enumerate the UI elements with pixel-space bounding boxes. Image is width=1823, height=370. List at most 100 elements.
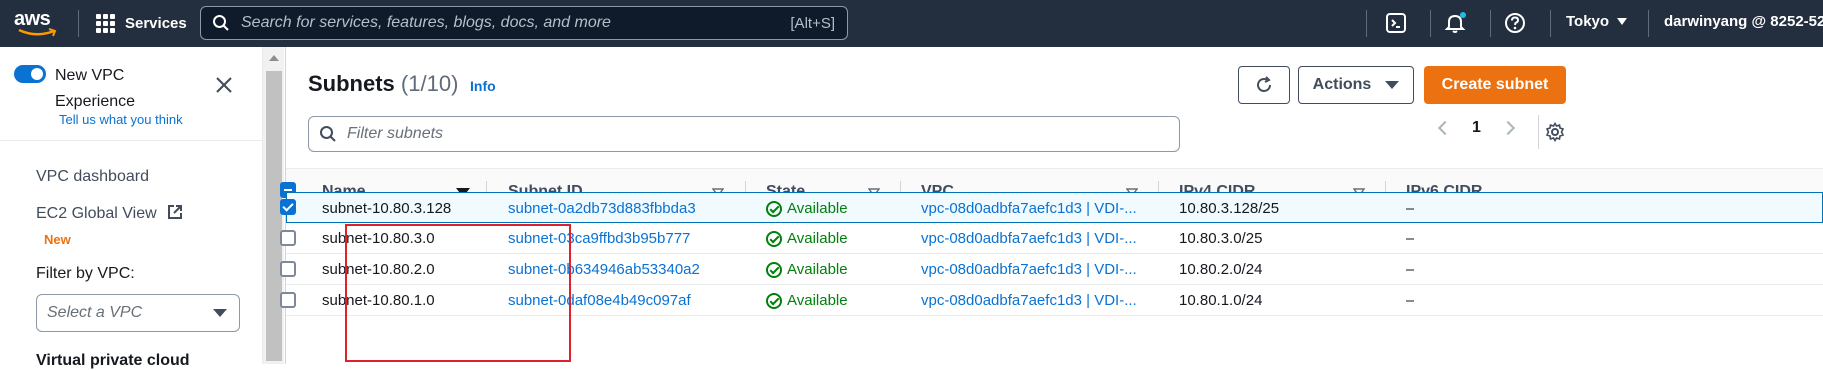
status-text: Available: [787, 200, 848, 217]
sidebar-item-ec2-global-view[interactable]: EC2 Global View: [36, 204, 183, 223]
pagination: 1: [1437, 119, 1515, 137]
cell-name: subnet-10.80.3.0: [322, 230, 435, 247]
services-label: Services: [125, 14, 187, 32]
row-checkbox[interactable]: [280, 292, 296, 308]
cell-state: Available: [766, 254, 848, 285]
refresh-button[interactable]: [1238, 66, 1290, 104]
cell-vpc-link[interactable]: vpc-08d0adbfa7aefc1d3 | VDI-...: [921, 254, 1137, 285]
sidebar-section-heading: Virtual private cloud: [36, 352, 190, 369]
top-navigation: aws Services Search for services, featur…: [0, 0, 1823, 47]
services-menu[interactable]: Services: [96, 12, 187, 34]
cell-name: subnet-10.80.3.128: [322, 200, 452, 217]
cell-ipv6-cidr: –: [1406, 292, 1415, 309]
cell-ipv6-cidr: –: [1406, 230, 1415, 247]
page-title: Subnets (1/10): [308, 71, 458, 97]
cell-state: Available: [766, 193, 848, 224]
actions-label: Actions: [1312, 76, 1372, 93]
sidebar-divider: [0, 140, 262, 141]
status-available-icon: [766, 261, 782, 278]
main-content: Subnets (1/10) Info Actions Create subne…: [280, 47, 1823, 364]
cell-ipv6-cidr: –: [1406, 261, 1415, 278]
create-subnet-button[interactable]: Create subnet: [1424, 66, 1566, 104]
cell-vpc-link[interactable]: vpc-08d0adbfa7aefc1d3 | VDI-...: [921, 285, 1137, 316]
scrollbar-thumb[interactable]: [266, 71, 282, 361]
nav-divider: [1430, 10, 1431, 37]
new-badge: New: [44, 232, 71, 247]
feedback-link[interactable]: Tell us what you think: [59, 112, 183, 127]
filter-by-vpc-label: Filter by VPC:: [36, 265, 135, 282]
cell-subnet-id-link[interactable]: subnet-0a2db73d883fbbda3: [508, 193, 696, 224]
region-selector[interactable]: Tokyo: [1566, 13, 1628, 30]
cell-state: Available: [766, 285, 848, 316]
search-placeholder: Search for services, features, blogs, do…: [241, 14, 611, 31]
row-checkbox[interactable]: [280, 261, 296, 277]
cell-name: subnet-10.80.1.0: [322, 292, 435, 309]
cell-ipv6-cidr: –: [1406, 200, 1415, 217]
pagination-divider: [1538, 115, 1539, 149]
title-text: Subnets: [308, 71, 395, 96]
current-page[interactable]: 1: [1472, 119, 1481, 137]
search-icon: [309, 125, 347, 143]
nav-divider: [1490, 10, 1491, 37]
cell-ipv4-cidr: 10.80.3.128/25: [1179, 200, 1280, 217]
close-icon[interactable]: [213, 74, 235, 96]
new-vpc-experience-toggle[interactable]: [14, 65, 46, 83]
refresh-icon: [1257, 76, 1271, 92]
status-text: Available: [787, 292, 848, 309]
cell-name: subnet-10.80.2.0: [322, 261, 435, 278]
cloudshell-icon[interactable]: [1384, 11, 1408, 35]
status-text: Available: [787, 230, 848, 247]
cell-vpc-link[interactable]: vpc-08d0adbfa7aefc1d3 | VDI-...: [921, 193, 1137, 224]
status-available-icon: [766, 200, 782, 217]
cell-subnet-id-link[interactable]: subnet-0daf08e4b49c097af: [508, 285, 691, 316]
row-checkbox[interactable]: [280, 199, 296, 215]
caret-down-icon: [213, 309, 227, 317]
help-icon[interactable]: [1503, 11, 1527, 35]
cell-ipv4-cidr: 10.80.3.0/25: [1179, 230, 1263, 247]
actions-button[interactable]: Actions: [1298, 66, 1414, 104]
sidebar-item-vpc-dashboard[interactable]: VPC dashboard: [36, 168, 149, 186]
row-checkbox[interactable]: [280, 230, 296, 246]
vpc-select-placeholder: Select a VPC: [47, 304, 143, 321]
selection-count: (1/10): [400, 71, 459, 96]
next-page-icon[interactable]: [1500, 120, 1515, 136]
table-row[interactable]: subnet-10.80.1.0 subnet-0daf08e4b49c097a…: [280, 285, 1823, 316]
subnets-panel: Subnets (1/10) Info Actions Create subne…: [280, 47, 1823, 364]
aws-smile-icon: [18, 28, 57, 37]
info-link[interactable]: Info: [470, 78, 496, 94]
cell-state: Available: [766, 223, 848, 254]
new-vpc-experience-label: New VPC Experience: [55, 67, 136, 110]
table-row[interactable]: subnet-10.80.3.128 subnet-0a2db73d883fbb…: [280, 192, 1823, 224]
filter-placeholder: Filter subnets: [347, 125, 444, 142]
previous-page-icon[interactable]: [1437, 120, 1453, 136]
aws-logo-text: aws: [14, 8, 51, 30]
global-search[interactable]: Search for services, features, blogs, do…: [200, 6, 848, 40]
grid-icon: [96, 13, 115, 33]
gear-icon[interactable]: [1545, 122, 1565, 142]
search-shortcut: [Alt+S]: [790, 14, 835, 32]
nav-divider: [1648, 10, 1649, 37]
search-icon: [201, 14, 241, 32]
vpc-select[interactable]: Select a VPC: [36, 294, 240, 332]
external-link-icon: [168, 205, 183, 219]
nav-divider: [1550, 10, 1551, 37]
table-row[interactable]: subnet-10.80.2.0 subnet-0b634946ab53340a…: [280, 254, 1823, 285]
cell-ipv4-cidr: 10.80.2.0/24: [1179, 261, 1263, 278]
nav-divider: [78, 10, 79, 37]
status-available-icon: [766, 230, 782, 247]
aws-logo[interactable]: aws: [14, 8, 64, 38]
scroll-up-icon[interactable]: [269, 55, 279, 61]
caret-down-icon: [1617, 18, 1628, 25]
status-available-icon: [766, 292, 782, 309]
account-menu[interactable]: darwinyang @ 8252-52: [1664, 13, 1823, 30]
cell-vpc-link[interactable]: vpc-08d0adbfa7aefc1d3 | VDI-...: [921, 223, 1137, 254]
cell-subnet-id-link[interactable]: subnet-03ca9ffbd3b95b777: [508, 223, 690, 254]
sidebar-item-label: EC2 Global View: [36, 205, 157, 222]
filter-subnets-input[interactable]: Filter subnets: [308, 116, 1180, 152]
notifications-icon[interactable]: [1443, 11, 1467, 35]
cell-ipv4-cidr: 10.80.1.0/24: [1179, 292, 1263, 309]
table-row[interactable]: subnet-10.80.3.0 subnet-03ca9ffbd3b95b77…: [280, 223, 1823, 254]
status-text: Available: [787, 261, 848, 278]
caret-down-icon: [1385, 81, 1400, 89]
cell-subnet-id-link[interactable]: subnet-0b634946ab53340a2: [508, 254, 700, 285]
